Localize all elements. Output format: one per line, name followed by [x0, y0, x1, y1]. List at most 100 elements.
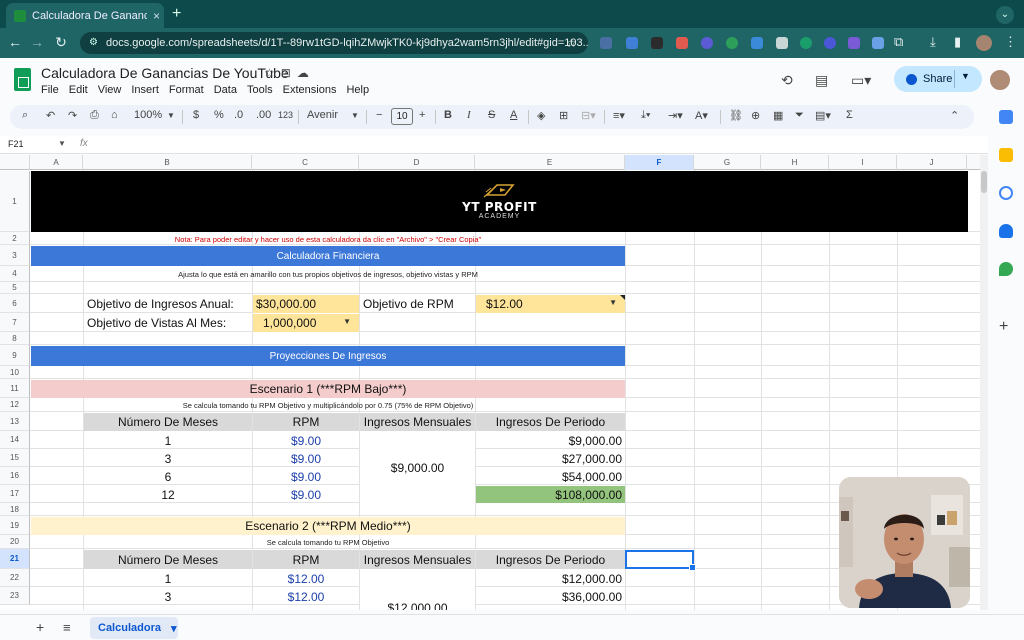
insert-link-icon[interactable]: ⛓ [729, 109, 743, 122]
extension-icon[interactable] [848, 37, 860, 49]
percent-format-button[interactable]: % [214, 109, 224, 121]
maps-icon[interactable] [999, 262, 1013, 276]
contacts-icon[interactable] [999, 224, 1013, 238]
s1-months-cell[interactable]: 1 [84, 432, 252, 449]
strikethrough-button[interactable]: S [488, 109, 495, 121]
menu-edit[interactable]: Edit [69, 83, 88, 97]
functions-button[interactable]: Σ [846, 109, 853, 121]
share-button[interactable]: Share ▼ [894, 66, 982, 92]
filter-icon[interactable]: ⏷ [795, 109, 804, 122]
name-box[interactable]: F21 [8, 139, 24, 149]
column-header[interactable]: E [475, 155, 625, 170]
s1-rpm-cell[interactable]: $9.00 [253, 468, 359, 485]
font-select[interactable]: Avenir [307, 109, 338, 121]
row-header[interactable]: 2 [0, 232, 30, 245]
filter-views-icon[interactable]: ▤▾ [815, 109, 831, 122]
text-color-button[interactable]: A [510, 109, 517, 121]
dropdown-arrow-icon[interactable]: ▼ [609, 298, 617, 307]
cloud-status-icon[interactable]: ☁ [297, 66, 315, 80]
income-goal-input[interactable]: $30,000.00 [253, 295, 359, 313]
row-header[interactable]: 4 [0, 266, 30, 282]
column-header[interactable]: J [897, 155, 967, 170]
menu-extensions[interactable]: Extensions [283, 83, 337, 97]
extension-icon[interactable] [872, 37, 884, 49]
menu-tools[interactable]: Tools [247, 83, 273, 97]
more-formats-button[interactable]: 123 [278, 110, 293, 120]
extension-icon[interactable] [600, 37, 612, 49]
keep-icon[interactable] [999, 148, 1013, 162]
s1-period-cell[interactable]: $27,000.00 [476, 450, 625, 467]
extension-icon[interactable] [800, 37, 812, 49]
menu-insert[interactable]: Insert [131, 83, 159, 97]
bookmark-star-icon[interactable]: ☆ [566, 36, 577, 50]
column-header[interactable]: D [359, 155, 475, 170]
s1-monthly-income-cell[interactable]: $9,000.00 [360, 432, 475, 503]
row-header[interactable]: 20 [0, 535, 30, 549]
font-dropdown-icon[interactable]: ▼ [351, 111, 359, 120]
horizontal-align-icon[interactable]: ≡▾ [613, 109, 625, 122]
extension-icon[interactable] [824, 37, 836, 49]
calendar-icon[interactable] [999, 110, 1013, 124]
extension-icon[interactable] [776, 37, 788, 49]
row-header[interactable]: 21 [0, 549, 30, 569]
row-header[interactable]: 15 [0, 449, 30, 467]
all-sheets-button[interactable]: ≡ [63, 620, 71, 635]
row-header[interactable]: 6 [0, 294, 30, 313]
tab-search-icon[interactable]: ⌄ [996, 6, 1014, 24]
forward-icon[interactable]: → [28, 34, 46, 50]
vertical-align-icon[interactable]: ⤓▾ [641, 109, 650, 122]
s2-months-cell[interactable]: 1 [84, 570, 252, 587]
menu-view[interactable]: View [98, 83, 122, 97]
extension-icon[interactable] [676, 37, 688, 49]
column-header[interactable]: I [829, 155, 897, 170]
menu-file[interactable]: File [41, 83, 59, 97]
close-tab-icon[interactable]: × [153, 9, 160, 23]
row-header[interactable]: 12 [0, 398, 30, 412]
get-addons-icon[interactable]: + [999, 318, 1008, 336]
s2-months-cell[interactable]: 3 [84, 588, 252, 605]
borders-icon[interactable]: ⊞ [559, 109, 568, 122]
extension-icon[interactable] [751, 37, 763, 49]
name-box-dropdown-icon[interactable]: ▼ [58, 139, 66, 148]
row-header[interactable]: 18 [0, 503, 30, 516]
selected-cell-f21[interactable] [625, 550, 696, 571]
meet-icon[interactable]: ▭▾ [851, 72, 871, 89]
redo-icon[interactable]: ↷ [68, 109, 77, 122]
italic-button[interactable]: I [467, 109, 471, 121]
sheets-logo-icon[interactable] [14, 68, 31, 91]
paint-format-icon[interactable]: ⌂ [111, 109, 118, 121]
menu-data[interactable]: Data [214, 83, 237, 97]
browser-profile-avatar[interactable] [976, 35, 992, 51]
search-menus-icon[interactable]: ⌕ [22, 109, 28, 122]
user-avatar[interactable] [988, 68, 1012, 92]
extension-icon[interactable] [726, 37, 738, 49]
row-header[interactable]: 10 [0, 366, 30, 379]
font-size-increase-icon[interactable]: + [419, 109, 425, 121]
increase-decimal-button[interactable]: .00 [256, 109, 271, 121]
collapse-toolbar-icon[interactable]: ⌃ [950, 109, 959, 122]
row-header[interactable]: 23 [0, 587, 30, 605]
print-icon[interactable]: ⎙ [90, 109, 99, 122]
column-header[interactable]: A [30, 155, 83, 170]
row-header[interactable]: 13 [0, 412, 30, 431]
views-goal-dropdown[interactable]: 1,000,000 ▼ [253, 314, 359, 332]
address-bar[interactable]: ⚙ docs.google.com/spreadsheets/d/1T--89r… [80, 32, 588, 54]
s2-rpm-cell[interactable]: $12.00 [253, 588, 359, 605]
rpm-goal-dropdown[interactable]: $12.00 ▼ [476, 295, 625, 313]
text-wrapping-icon[interactable]: ⇥▾ [668, 109, 683, 122]
decrease-decimal-button[interactable]: .0 [234, 109, 243, 121]
back-icon[interactable]: ← [6, 34, 24, 50]
extensions-puzzle-icon[interactable]: ⧉ [894, 34, 903, 50]
menu-help[interactable]: Help [346, 83, 369, 97]
browser-tab[interactable]: Calculadora De Ganancias De × [6, 3, 164, 28]
row-header[interactable]: 11 [0, 379, 30, 398]
s1-rpm-cell[interactable]: $9.00 [253, 432, 359, 449]
version-history-icon[interactable]: ⟲ [781, 72, 793, 89]
merge-cells-icon[interactable]: ⊟▾ [581, 109, 596, 122]
text-rotation-icon[interactable]: A▾ [695, 109, 708, 122]
currency-format-button[interactable]: $ [193, 109, 199, 121]
add-sheet-button[interactable]: + [36, 619, 44, 635]
extension-icon[interactable] [651, 37, 663, 49]
sheet-tab-calculadora[interactable]: Calculadora ▾ [90, 617, 178, 639]
s2-period-cell[interactable]: $36,000.00 [476, 588, 625, 605]
